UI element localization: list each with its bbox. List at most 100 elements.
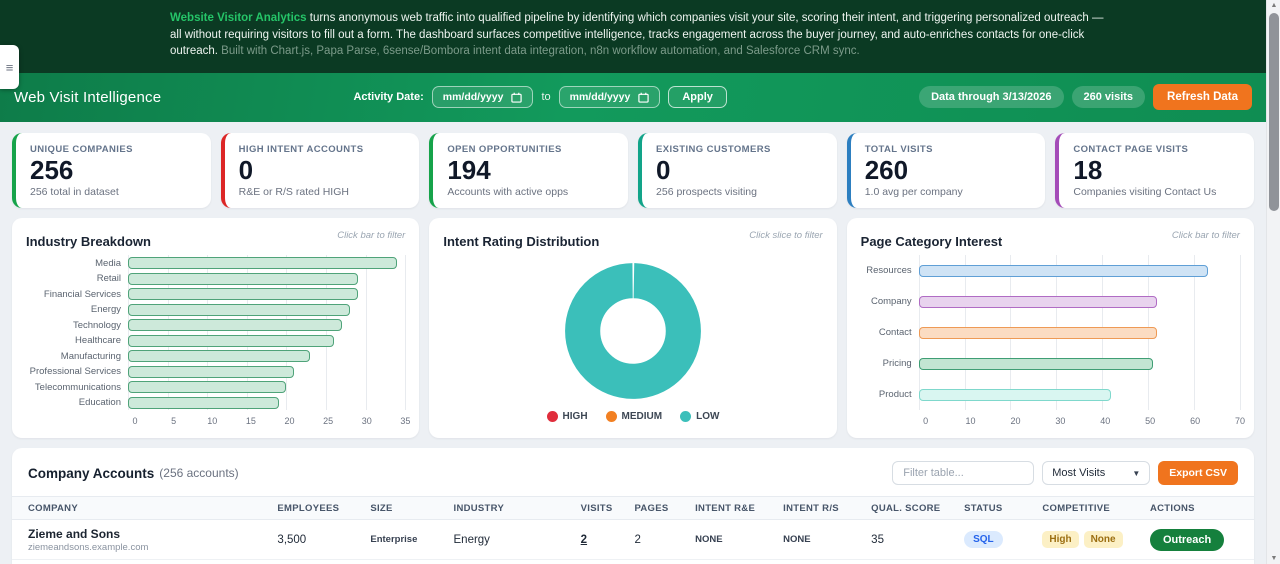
table-subtitle: (256 accounts) [159,466,239,481]
chart-title: Industry Breakdown [26,234,151,250]
x-tick-label: 25 [323,416,334,427]
bar[interactable] [918,326,1158,339]
refresh-data-button[interactable]: Refresh Data [1153,84,1252,110]
status-badge: SQL [964,531,1003,549]
apply-button[interactable]: Apply [668,86,727,108]
table-column-headers: COMPANY EMPLOYEES SIZE INDUSTRY VISITS PAGES I… [12,496,1254,521]
kpi-value: 256 [30,154,74,185]
bar-category-label: Financial Services [43,288,121,300]
intro-muted: Built with Chart.js, Papa Parse, 6sense/… [217,45,860,57]
legend-item-low[interactable]: LOW [680,411,720,423]
date-from-input[interactable]: mm/dd/yyyy [431,86,534,108]
sort-select[interactable]: Most Visits ▼ [1042,461,1151,486]
x-tick-label: 30 [1055,416,1066,427]
hamburger-icon: ≡ [5,59,14,75]
x-tick-label: 30 [361,416,372,427]
kpi-value: 194 [447,154,491,185]
column-header: PAGES [634,502,669,514]
toolbar-right: Data through 3/13/2026 260 visits Refres… [919,84,1252,110]
kpi-subtext: R&E or R/S rated HIGH [238,186,349,199]
kpi-value: 0 [238,154,254,185]
intro-highlight: Website Visitor Analytics [170,12,307,24]
bar[interactable] [128,257,398,270]
bar[interactable] [128,381,287,394]
bar[interactable] [128,288,358,301]
legend-dot-icon [680,411,692,423]
column-header: QUAL. SCORE [871,502,941,514]
sidebar-toggle-button[interactable]: ≡ [0,45,19,89]
donut-chart: HIGH MEDIUM LOW [443,255,822,428]
company-domain: ziemeandsons.example.com [28,541,149,553]
company-name: Zieme and Sons [28,526,121,541]
bar[interactable] [918,388,1112,401]
kpi-subtext: 256 prospects visiting [656,186,757,199]
bar[interactable] [128,365,295,378]
bar[interactable] [128,334,334,347]
company-cell: Zieme and Sons ziemeandsons.example.com [28,527,277,553]
table-header-bar: Company Accounts (256 accounts) Most Vis… [12,461,1254,496]
kpi-subtext: 256 total in dataset [30,186,119,199]
intent-rating-chart: HIGH MEDIUM LOW [443,255,822,428]
bar-category-label: Product [878,389,912,401]
bar[interactable] [918,295,1158,308]
kpi-label: UNIQUE COMPANIES [30,143,133,155]
kpi-subtext: Companies visiting Contact Us [1073,186,1217,199]
kpi-label: HIGH INTENT ACCOUNTS [238,143,364,155]
column-header: STATUS [964,502,1003,514]
column-header: INDUSTRY [453,502,505,514]
bar[interactable] [128,303,350,316]
donut-slice-low[interactable] [565,263,701,400]
bar[interactable] [918,264,1208,277]
legend-label: LOW [696,411,720,423]
legend-item-high[interactable]: HIGH [546,411,588,423]
date-from-value: mm/dd/yyyy [442,91,504,103]
vertical-scrollbar[interactable]: ▲ ▼ [1266,0,1280,564]
x-tick-label: 15 [245,416,256,427]
table-row: Zieme and Sons ziemeandsons.example.com 3,… [12,520,1254,561]
bar[interactable] [128,272,358,285]
page-title: Web Visit Intelligence [14,88,162,106]
chart-hint: Click bar to filter [337,230,406,242]
charts-row: Industry Breakdown Click bar to filter M… [0,210,1266,448]
x-tick-label: 10 [965,416,976,427]
scroll-down-icon[interactable]: ▼ [1267,555,1280,562]
x-axis: 0 10 20 30 40 50 60 70 [923,413,1245,428]
export-csv-button[interactable]: Export CSV [1158,461,1238,486]
qual-score-cell: 35 [871,533,884,546]
bar[interactable] [128,396,279,409]
company-accounts-card: Company Accounts (256 accounts) Most Vis… [12,448,1254,564]
scrollbar-thumb[interactable] [1269,13,1279,211]
bar[interactable] [918,357,1153,370]
bar-category-label: Technology [72,319,121,331]
date-filter-group: Activity Date: mm/dd/yyyy to mm/dd/yyyy … [353,86,727,108]
table-controls: Most Visits ▼ Export CSV [892,461,1238,486]
bar-category-label: Pricing [882,358,912,370]
legend-item-medium[interactable]: MEDIUM [605,411,663,423]
kpi-value: 18 [1073,154,1103,185]
employees-cell: 3,500 [277,533,307,546]
kpi-row: UNIQUE COMPANIES 256 256 total in dataset H… [0,122,1266,211]
x-tick-label: 70 [1234,416,1245,427]
competitive-badge: None [1083,531,1123,549]
table-filter-input[interactable] [892,461,1035,486]
page-category-chart: Resources Company Contact Pricing Product 0 10… [861,255,1245,428]
bar-category-label: Contact [878,327,912,339]
date-to-input[interactable]: mm/dd/yyyy [558,86,661,108]
outreach-button[interactable]: Outreach [1149,528,1225,551]
column-header: SIZE [370,502,393,514]
industry-cell: Energy [453,533,490,546]
kpi-subtext: Accounts with active opps [447,186,569,199]
x-tick-label: 5 [171,416,177,427]
calendar-icon [638,92,650,103]
column-header: COMPETITIVE [1042,502,1111,514]
bar[interactable] [128,350,311,363]
kpi-value: 0 [656,154,671,185]
legend-label: MEDIUM [621,411,663,423]
chart-title: Intent Rating Distribution [443,234,600,250]
bar[interactable] [128,319,342,332]
visits-count-badge: 260 visits [1071,86,1146,108]
table-body: Zieme and Sons ziemeandsons.example.com 3,… [12,520,1254,564]
donut-legend: HIGH MEDIUM LOW [546,411,720,423]
kpi-label: TOTAL VISITS [864,143,933,155]
scroll-up-icon[interactable]: ▲ [1267,2,1280,9]
